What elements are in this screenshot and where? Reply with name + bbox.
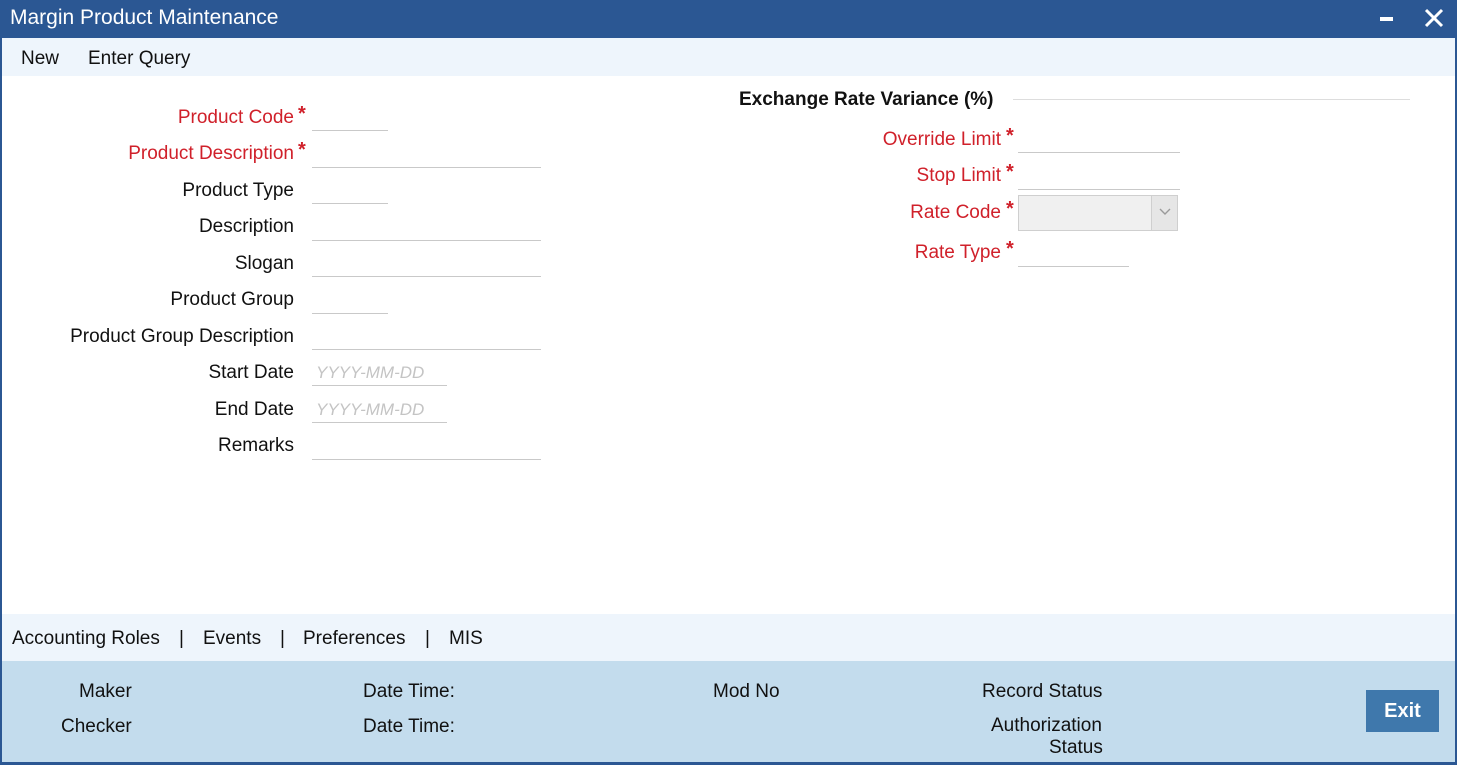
product-code-input[interactable] [312, 105, 388, 131]
tab-separator: | [179, 628, 184, 649]
required-marker: * [1006, 161, 1014, 183]
override-limit-input[interactable] [1018, 127, 1180, 153]
tab-mis[interactable]: MIS [449, 628, 483, 650]
end-date-input[interactable] [312, 397, 447, 423]
remarks-label: Remarks [217, 435, 294, 456]
rate-code-select[interactable] [1018, 195, 1178, 231]
tab-separator: | [425, 628, 430, 649]
tab-accounting-roles[interactable]: Accounting Roles [12, 628, 160, 650]
title-bar: Margin Product Maintenance [0, 0, 1457, 38]
rate-code-label: Rate Code [910, 202, 1001, 223]
checker-label: Checker [61, 716, 132, 737]
description-input[interactable] [312, 215, 541, 241]
window-title: Margin Product Maintenance [10, 6, 279, 29]
product-group-description-input[interactable] [312, 324, 541, 350]
required-marker: * [298, 103, 306, 125]
exit-button[interactable]: Exit [1366, 690, 1439, 732]
product-code-label: Product Code [177, 107, 294, 128]
start-date-label: Start Date [208, 362, 294, 383]
rate-type-input[interactable] [1018, 241, 1129, 267]
mod-no-label: Mod No [713, 681, 780, 702]
record-status-label: Record Status [982, 681, 1103, 702]
product-group-description-label: Product Group Description [70, 326, 294, 347]
product-description-input[interactable] [312, 142, 541, 168]
product-type-input[interactable] [312, 178, 388, 204]
slogan-input[interactable] [312, 251, 541, 277]
tab-events[interactable]: Events [203, 628, 261, 650]
maker-label: Maker [79, 681, 132, 702]
product-type-label: Product Type [182, 180, 294, 201]
slogan-label: Slogan [234, 253, 294, 274]
rate-type-label: Rate Type [914, 242, 1001, 263]
required-marker: * [1006, 125, 1014, 147]
stop-limit-label: Stop Limit [916, 165, 1001, 186]
required-marker: * [1006, 238, 1014, 260]
end-date-label: End Date [214, 399, 294, 420]
stop-limit-input[interactable] [1018, 164, 1180, 190]
enter-query-button[interactable]: Enter Query [88, 48, 190, 70]
description-label: Description [198, 216, 294, 237]
required-marker: * [1006, 198, 1014, 220]
subscreen-tabs: Accounting Roles | Events | Preferences … [2, 614, 1455, 661]
tab-preferences[interactable]: Preferences [303, 628, 405, 650]
required-marker: * [298, 139, 306, 161]
product-group-input[interactable] [312, 288, 388, 314]
authorization-status-label-line2: Status [1049, 737, 1103, 758]
section-title: Exchange Rate Variance (%) [739, 89, 994, 110]
new-button[interactable]: New [21, 48, 59, 70]
checker-date-time-label: Date Time: [363, 716, 455, 737]
dropdown-arrow[interactable] [1151, 196, 1177, 230]
audit-footer: Maker Checker Date Time: Date Time: Mod … [2, 661, 1455, 762]
chevron-down-icon [1159, 208, 1171, 215]
toolbar: New Enter Query [2, 38, 1455, 76]
start-date-input[interactable] [312, 360, 447, 386]
minimize-icon[interactable] [1380, 17, 1393, 21]
remarks-input[interactable] [312, 434, 541, 460]
authorization-status-label: Authorization [991, 715, 1102, 736]
section-divider [1013, 99, 1410, 100]
product-group-label: Product Group [170, 289, 294, 310]
product-description-label: Product Description [128, 143, 294, 164]
override-limit-label: Override Limit [882, 129, 1001, 150]
close-icon[interactable] [1424, 5, 1444, 31]
tab-separator: | [280, 628, 285, 649]
maker-date-time-label: Date Time: [363, 681, 455, 702]
